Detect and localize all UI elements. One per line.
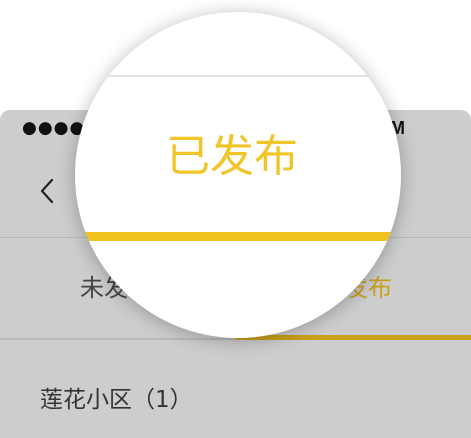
magnified-tab-indicator: [75, 232, 401, 241]
back-button[interactable]: [34, 174, 60, 208]
magnified-divider: [75, 75, 401, 77]
list-item[interactable]: 莲花小区（1）: [40, 388, 193, 412]
stage: ●●●● M 未发布 已发布 莲花小区（1） 已发布: [0, 0, 471, 438]
chevron-left-icon: [40, 178, 54, 204]
magnifier-lens: 已发布: [75, 12, 401, 338]
magnified-tab-label: 已发布: [166, 131, 298, 182]
active-tab-indicator: [236, 335, 471, 340]
